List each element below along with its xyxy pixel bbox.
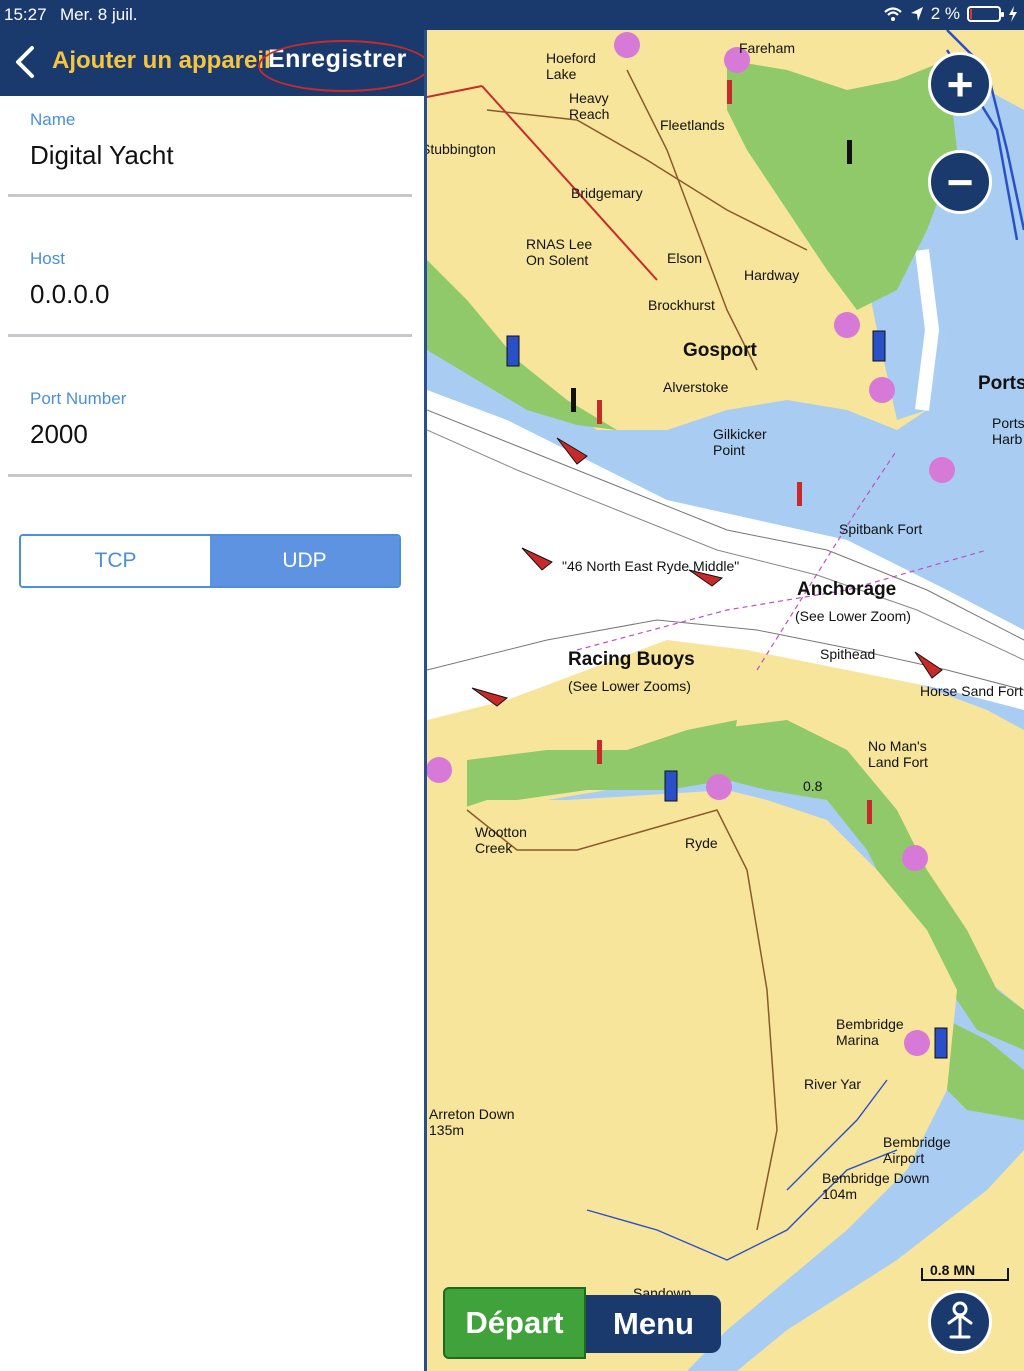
host-label: Host: [30, 249, 65, 268]
depart-button[interactable]: Départ: [443, 1287, 586, 1359]
label-fleetlands: Fleetlands: [660, 117, 725, 133]
label-elson: Elson: [667, 250, 703, 266]
host-field: Host: [8, 249, 412, 337]
label-depth-08: 0.8: [803, 778, 823, 794]
label-stubbington: Stubbington: [427, 141, 496, 157]
scale-bar: 0.8 MN: [920, 1262, 1010, 1282]
status-bar: 15:27 Mer. 8 juil. 2 %: [0, 0, 1024, 30]
label-brockhurst: Brockhurst: [648, 297, 715, 313]
port-input[interactable]: [30, 419, 390, 450]
navigation-header: Ajouter un appareil Enregistrer: [0, 30, 430, 96]
save-button[interactable]: Enregistrer: [268, 45, 407, 74]
label-spitbank: Spitbank Fort: [839, 521, 923, 537]
label-ports: Ports: [978, 373, 1024, 394]
battery-icon: [967, 6, 1004, 22]
scale-label: 0.8 MN: [930, 1262, 976, 1278]
label-bembridge-down: Bembridge Down 104m: [822, 1170, 930, 1202]
label-alverstoke: Alverstoke: [663, 379, 729, 395]
label-racing-note: (See Lower Zooms): [568, 678, 691, 694]
port-label: Port Number: [30, 389, 127, 408]
zoom-in-button[interactable]: +: [928, 52, 992, 116]
label-spithead: Spithead: [820, 646, 876, 662]
label-fareham: Fareham: [739, 40, 796, 56]
label-arreton: Arreton Down 135m: [429, 1106, 515, 1138]
label-north-east-ryde: "46 North East Ryde Middle": [562, 558, 740, 574]
tcp-segment[interactable]: TCP: [21, 536, 210, 586]
label-anchorage: Anchorage: [797, 579, 897, 600]
label-hoeford: Hoeford Lake: [546, 50, 596, 82]
label-gosport: Gosport: [683, 340, 757, 361]
zoom-out-button[interactable]: −: [928, 150, 992, 214]
label-bembridge-airport: Bembridge Airport: [883, 1134, 951, 1166]
name-field: Name: [8, 110, 412, 197]
status-date: Mer. 8 juil.: [60, 5, 138, 24]
nautical-chart[interactable]: Hoeford Lake Fareham Heavy Reach Fleetla…: [427, 30, 1024, 1371]
label-wootton: Wootton Creek: [475, 824, 527, 856]
host-input[interactable]: [30, 279, 390, 310]
label-gilkicker: Gilkicker Point: [713, 426, 767, 458]
wifi-icon: [883, 7, 902, 21]
menu-button[interactable]: Menu: [586, 1295, 721, 1353]
label-river-yar: River Yar: [804, 1076, 862, 1092]
name-label: Name: [30, 110, 76, 129]
status-time: 15:27: [4, 5, 47, 24]
label-rnas: RNAS Lee On Solent: [526, 236, 593, 268]
bottom-toolbar: Départ Menu: [443, 1287, 721, 1359]
label-anchorage-note: (See Lower Zoom): [795, 608, 911, 624]
udp-segment[interactable]: UDP: [210, 536, 399, 586]
battery-percent: 2 %: [930, 4, 960, 23]
charging-bolt-icon: [1009, 6, 1017, 22]
page-title[interactable]: Ajouter un appareil: [52, 47, 271, 75]
track-mode-button[interactable]: [928, 1290, 992, 1354]
chart-background: [427, 30, 1024, 1371]
label-racing-buoys: Racing Buoys: [568, 649, 695, 670]
status-indicators: 2 %: [883, 4, 1018, 24]
port-field: Port Number: [8, 389, 412, 477]
label-ports-harb: Ports Harb: [992, 415, 1024, 447]
location-arrow-icon: [910, 7, 923, 21]
label-ryde: Ryde: [685, 835, 718, 851]
boat-compass-icon: [947, 1301, 973, 1339]
name-input[interactable]: [30, 140, 390, 171]
label-horse-sand: Horse Sand Fort: [920, 683, 1023, 699]
back-chevron-icon[interactable]: [12, 44, 42, 80]
label-bridgemary: Bridgemary: [571, 185, 643, 201]
label-hardway: Hardway: [744, 267, 800, 283]
label-no-mans: No Man's Land Fort: [868, 738, 928, 770]
protocol-segmented-control: TCP UDP: [19, 534, 401, 588]
label-heavy-reach: Heavy Reach: [569, 90, 610, 122]
label-bembridge-marina: Bembridge Marina: [836, 1016, 904, 1048]
